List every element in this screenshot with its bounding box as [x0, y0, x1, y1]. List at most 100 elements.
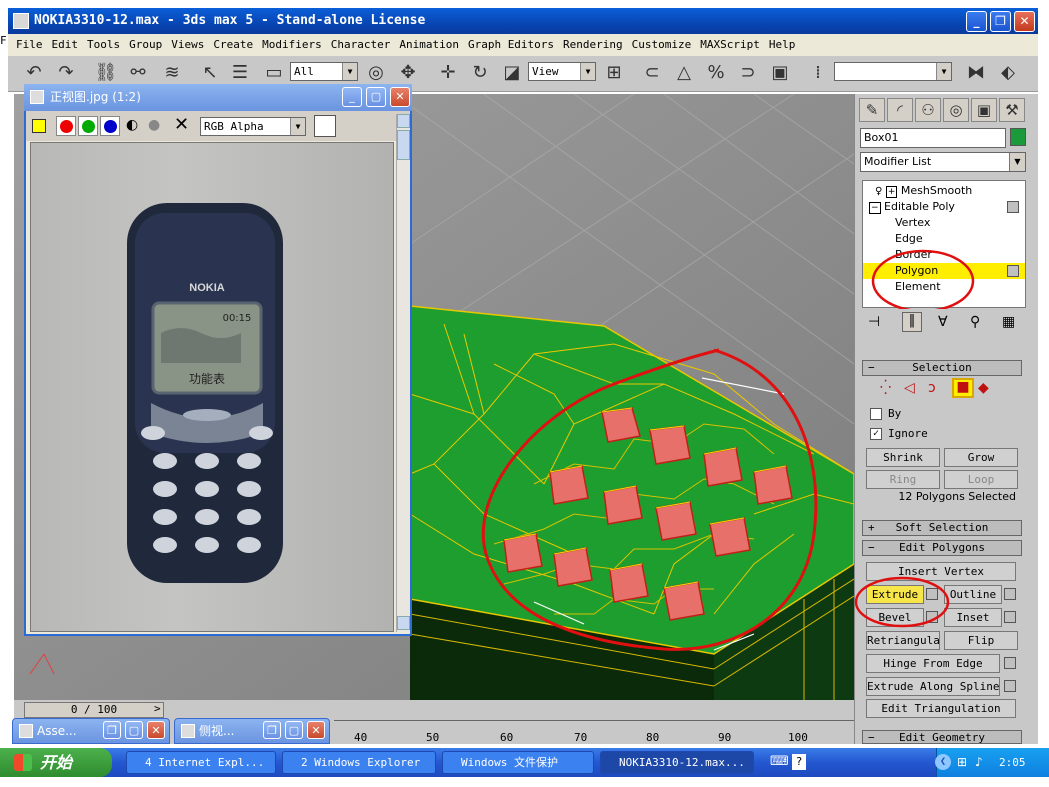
angle-snap-icon[interactable]: △: [672, 61, 696, 85]
remove-modifier-icon[interactable]: ⚲: [970, 314, 980, 330]
select-object-icon[interactable]: ↖: [198, 61, 222, 85]
ring-button[interactable]: Ring: [866, 470, 940, 489]
image-vertical-scrollbar[interactable]: [396, 114, 410, 632]
image-viewer-window[interactable]: 正视图.jpg (1:2) _ ▢ ✕ ◐ ● ✕ RGB Alpha ▼ NOK…: [24, 84, 412, 636]
scale-icon[interactable]: ◪: [500, 61, 524, 85]
maximize-button[interactable]: ▢: [285, 721, 303, 739]
vertex-mode-icon[interactable]: ⁛: [880, 380, 891, 396]
pivot-center-icon[interactable]: ⊞: [602, 61, 626, 85]
close-button[interactable]: ✕: [1014, 11, 1035, 32]
edit-named-selection-icon[interactable]: ▣: [768, 61, 792, 85]
select-link-icon[interactable]: ⛓: [94, 61, 118, 85]
menu-maxscript[interactable]: MAXScript: [700, 38, 760, 51]
image-minimize-button[interactable]: _: [342, 87, 362, 107]
image-window-titlebar[interactable]: 正视图.jpg (1:2) _ ▢ ✕: [24, 84, 412, 111]
track-bar[interactable]: 40 50 60 70 80 90 100: [334, 720, 854, 744]
redo-icon[interactable]: ↷: [54, 61, 78, 85]
next-frame-icon[interactable]: >: [154, 702, 161, 715]
edit-polygons-rollout-header[interactable]: − Edit Polygons: [862, 540, 1022, 556]
menu-tools[interactable]: Tools: [87, 38, 120, 51]
close-button[interactable]: ✕: [307, 721, 325, 739]
minimized-window-asset[interactable]: Asse... ❐ ▢ ✕: [12, 718, 170, 744]
volume-icon[interactable]: ♪: [975, 748, 983, 777]
select-by-name-icon[interactable]: ☰: [228, 61, 252, 85]
close-button[interactable]: ✕: [147, 721, 165, 739]
extrude-spline-settings-icon[interactable]: [1004, 680, 1016, 692]
main-title-bar[interactable]: NOKIA3310-12.max - 3ds max 5 - Stand-alo…: [8, 8, 1038, 34]
modifier-stack[interactable]: ♀ + MeshSmooth − Editable Poly Vertex Ed…: [862, 180, 1026, 309]
mono-toggle-icon[interactable]: ◐: [126, 117, 138, 133]
rotate-icon[interactable]: ↻: [468, 61, 492, 85]
time-slider[interactable]: 0 / 100: [24, 702, 164, 718]
restore-button[interactable]: ❐: [263, 721, 281, 739]
unlink-icon[interactable]: ⚯: [126, 61, 150, 85]
blue-channel-toggle[interactable]: [100, 116, 120, 136]
menu-file[interactable]: File: [16, 38, 43, 51]
scroll-down-icon[interactable]: [397, 616, 410, 630]
selection-filter-dropdown[interactable]: All ▼: [290, 62, 358, 81]
help-icon[interactable]: ?: [792, 754, 806, 770]
named-selection-dropdown[interactable]: ▼: [834, 62, 952, 81]
show-end-result-icon[interactable]: ‖: [902, 312, 922, 332]
image-close-button[interactable]: ✕: [390, 87, 410, 107]
display-tab-icon[interactable]: ▣: [971, 98, 997, 122]
maximize-button[interactable]: ❐: [990, 11, 1011, 32]
pin-stack-icon[interactable]: ⊣: [868, 314, 880, 330]
start-button[interactable]: 开始: [0, 748, 112, 777]
green-channel-toggle[interactable]: [78, 116, 98, 136]
keyboard-icon[interactable]: ⌨: [770, 754, 789, 769]
task-windows-file-protection[interactable]: Windows 文件保护: [442, 751, 594, 774]
utilities-tab-icon[interactable]: ⚒: [999, 98, 1025, 122]
grow-button[interactable]: Grow: [944, 448, 1018, 467]
select-manipulate-icon[interactable]: ✥: [396, 61, 420, 85]
object-color-swatch[interactable]: [1010, 128, 1026, 146]
edit-triangulation-button[interactable]: Edit Triangulation: [866, 699, 1016, 718]
create-tab-icon[interactable]: ✎: [859, 98, 885, 122]
color-swatch[interactable]: [314, 115, 336, 137]
make-unique-icon[interactable]: ∀: [938, 314, 948, 330]
rect-region-icon[interactable]: ▭: [262, 61, 286, 85]
menu-rendering[interactable]: Rendering: [563, 38, 623, 51]
task-windows-explorer[interactable]: 2 Windows Explorer: [282, 751, 436, 774]
scroll-up-icon[interactable]: [397, 114, 410, 128]
image-maximize-button[interactable]: ▢: [366, 87, 386, 107]
by-vertex-checkbox[interactable]: [870, 408, 882, 420]
align-icon[interactable]: ⬖: [996, 61, 1020, 85]
loop-button[interactable]: Loop: [944, 470, 1018, 489]
menu-group[interactable]: Group: [129, 38, 162, 51]
window-crossing-icon[interactable]: ◎: [364, 61, 388, 85]
polygon-mode-icon[interactable]: ■: [952, 378, 974, 398]
retriangulate-button[interactable]: Retriangulate: [866, 631, 940, 650]
shrink-button[interactable]: Shrink: [866, 448, 940, 467]
menu-graph-editors[interactable]: Graph Editors: [468, 38, 554, 51]
named-sets-icon[interactable]: ⁞: [806, 61, 830, 85]
channel-dropdown[interactable]: RGB Alpha ▼: [200, 117, 306, 136]
alpha-toggle-icon[interactable]: ●: [148, 117, 160, 133]
red-channel-toggle[interactable]: [56, 116, 76, 136]
maximize-button[interactable]: ▢: [125, 721, 143, 739]
ignore-backfacing-checkbox[interactable]: ✓: [870, 428, 882, 440]
flip-button[interactable]: Flip: [944, 631, 1018, 650]
snap-3d-icon[interactable]: ⊂: [640, 61, 664, 85]
motion-tab-icon[interactable]: ◎: [943, 98, 969, 122]
percent-snap-icon[interactable]: %: [704, 61, 728, 85]
hinge-from-edge-button[interactable]: Hinge From Edge: [866, 654, 1000, 673]
menu-views[interactable]: Views: [171, 38, 204, 51]
undo-icon[interactable]: ↶: [22, 61, 46, 85]
hinge-settings-icon[interactable]: [1004, 657, 1016, 669]
menu-edit[interactable]: Edit: [52, 38, 79, 51]
modifier-list-dropdown[interactable]: Modifier List ▼: [860, 152, 1026, 172]
save-icon[interactable]: [32, 119, 46, 133]
outline-settings-icon[interactable]: [1004, 588, 1016, 600]
edge-mode-icon[interactable]: ◁: [904, 380, 915, 396]
task-internet-explorer[interactable]: 4 Internet Expl...: [126, 751, 276, 774]
edit-geometry-rollout-header[interactable]: − Edit Geometry: [862, 730, 1022, 744]
mirror-icon[interactable]: ⧓: [964, 61, 988, 85]
minimized-window-side-view[interactable]: 侧视... ❐ ▢ ✕: [174, 718, 330, 744]
bind-space-warp-icon[interactable]: ≋: [160, 61, 184, 85]
scroll-thumb[interactable]: [397, 130, 410, 160]
menu-help[interactable]: Help: [769, 38, 796, 51]
network-icon[interactable]: ⊞: [957, 748, 967, 777]
tray-expand-icon[interactable]: ❮: [935, 754, 951, 770]
element-mode-icon[interactable]: ◆: [978, 380, 989, 396]
